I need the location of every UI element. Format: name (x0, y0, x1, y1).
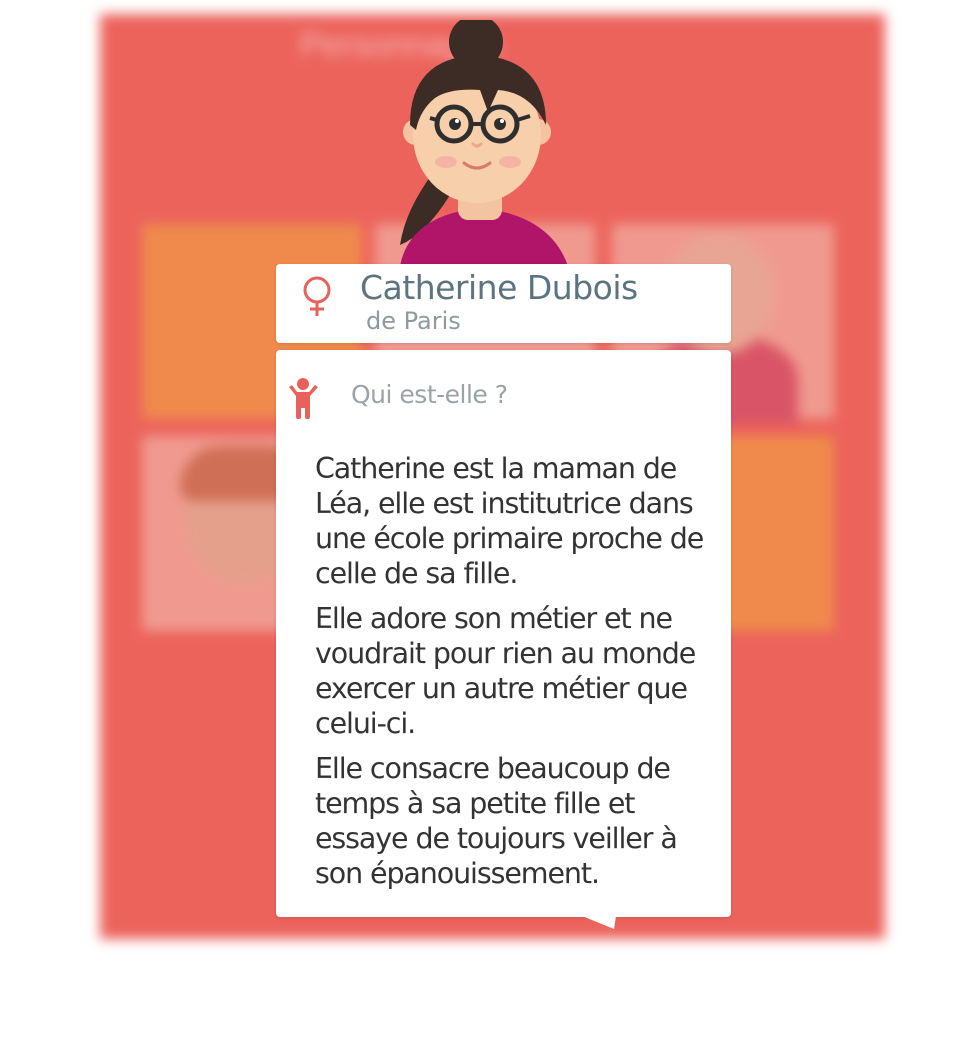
biography-paragraph: Elle consacre beaucoup de temps à sa pet… (315, 752, 678, 890)
person-city: de Paris (366, 307, 461, 335)
biography-text: Catherine est la maman de Léa, elle est … (315, 451, 715, 901)
female-symbol-icon (303, 276, 331, 316)
catherine-avatar-illustration (400, 20, 568, 266)
speech-bubble-tail (582, 916, 616, 929)
biography-paragraph: Elle adore son métier et ne voudrait pou… (315, 602, 696, 740)
child-icon (289, 378, 318, 419)
who-is-she-heading: Qui est-elle ? (351, 380, 508, 409)
biography-paragraph: Catherine est la maman de Léa, elle est … (315, 452, 704, 590)
person-name: Catherine Dubois (360, 268, 638, 307)
